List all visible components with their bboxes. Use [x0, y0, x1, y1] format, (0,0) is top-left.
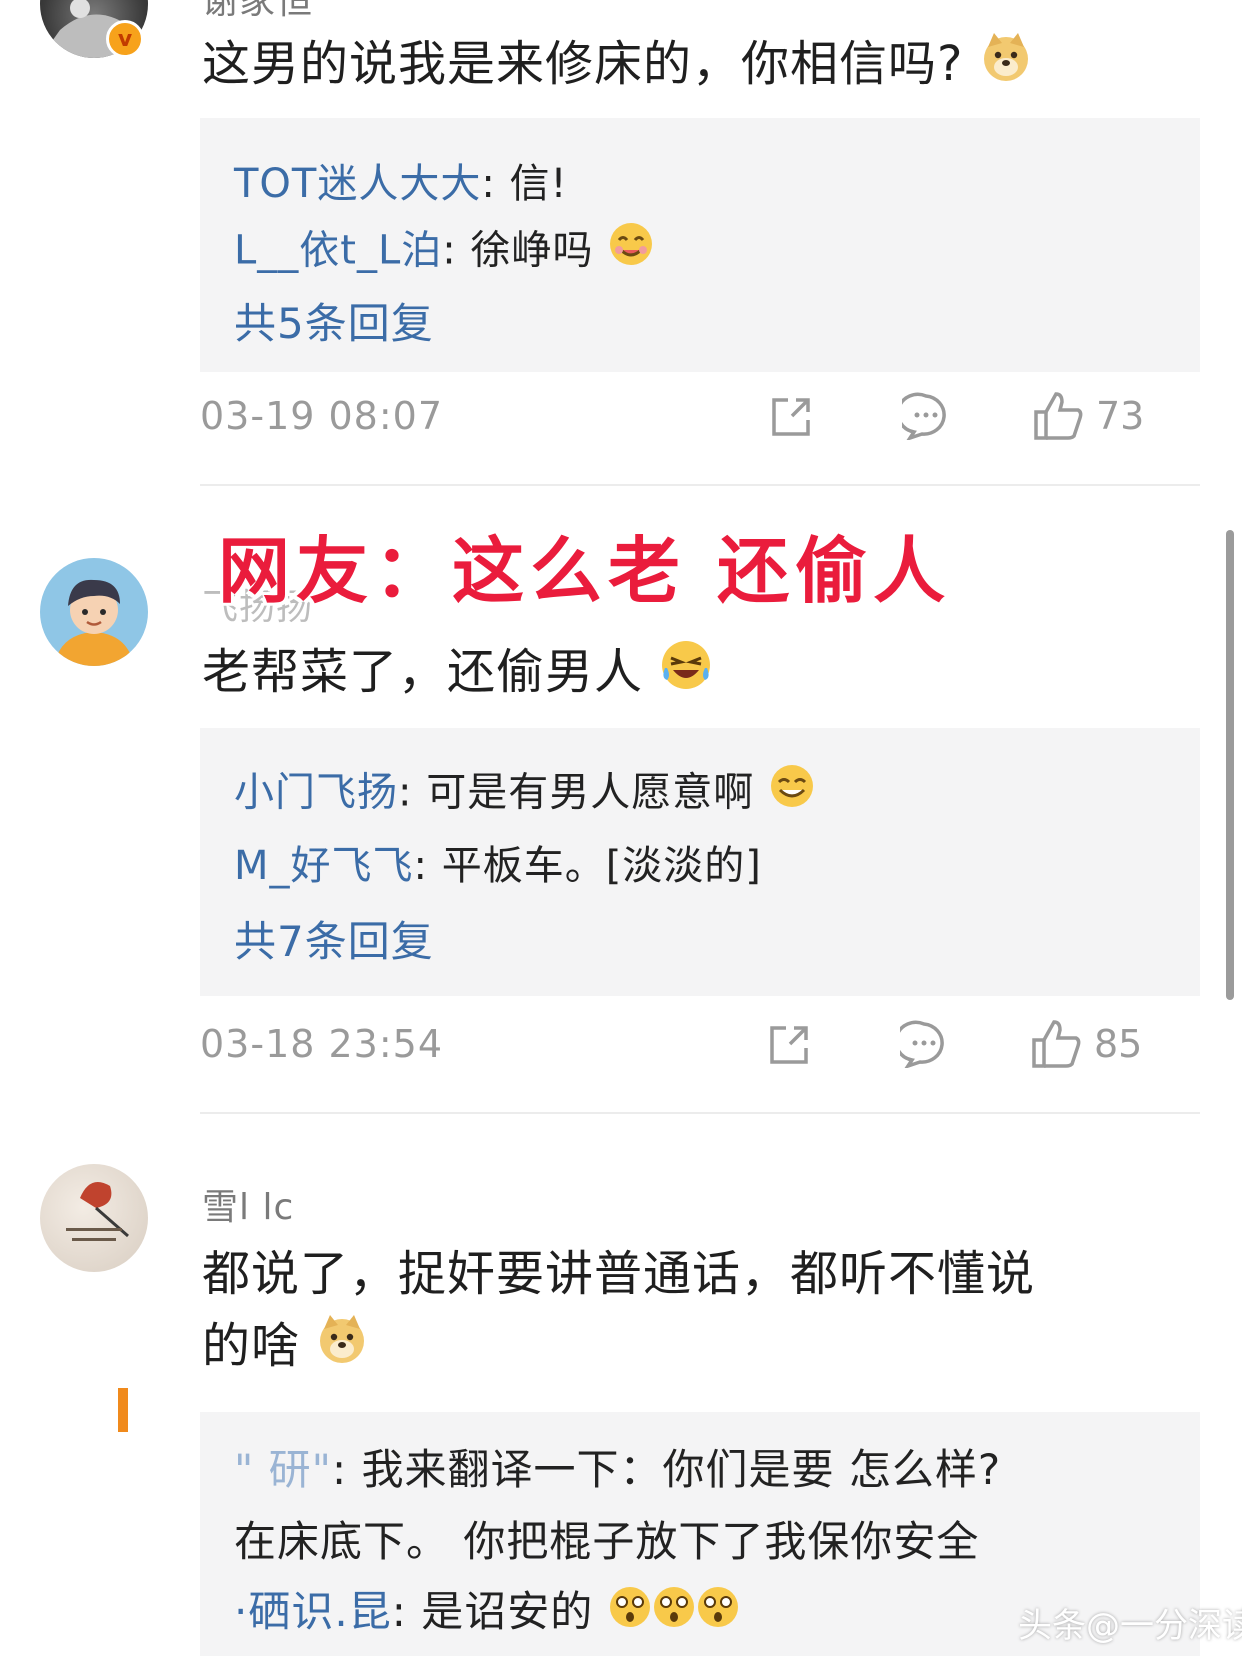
reply-username[interactable]: TOT迷人大大: [234, 161, 481, 207]
comment-bubble-icon: [900, 1020, 944, 1068]
comment-bubble-icon: [902, 392, 946, 440]
reply-line: " 研": 我来翻译一下：你们是要 怎么样?: [234, 1445, 1002, 1494]
reply-line: ·硒识.昆: 是诏安的: [234, 1582, 740, 1646]
doge-emoji-icon: [980, 31, 1032, 103]
reply-preview-box[interactable]: 小门飞扬: 可是有男人愿意啊 M_好飞飞: 平板车。[淡淡的] 共7条回复: [200, 728, 1200, 996]
reply-preview-box[interactable]: TOT迷人大大: 信! L__依t_L泊: 徐峥吗 共5条回复: [200, 118, 1200, 372]
reply-username[interactable]: " 研": [234, 1445, 332, 1494]
timestamp: 03-18 23:54: [200, 1022, 444, 1066]
doge-emoji-icon: [316, 1313, 368, 1385]
reply-line: TOT迷人大大: 信!: [234, 161, 568, 207]
comment-text: 都说了，捉奸要讲普通话，都听不懂说 的啥: [202, 1238, 1162, 1385]
comment-meta-row: 03-19 08:07 73: [200, 388, 1200, 448]
like-count: 85: [1094, 1022, 1143, 1066]
username[interactable]: 雪l lc: [202, 1178, 294, 1230]
cartoon-boy-avatar-icon: [54, 579, 134, 666]
reply-line: M_好飞飞: 平板车。[淡淡的]: [234, 843, 762, 889]
share-icon: [770, 1026, 808, 1064]
comment-text: 老帮菜了，还偷男人: [202, 636, 1162, 712]
comment-button[interactable]: [900, 1016, 948, 1072]
like-count: 73: [1096, 394, 1145, 438]
thumbs-up-icon: [1034, 392, 1083, 440]
like-button[interactable]: 85: [1030, 1016, 1142, 1072]
comment-button[interactable]: [902, 388, 950, 444]
reply-username[interactable]: M_好飞飞: [234, 843, 414, 889]
divider: [200, 484, 1200, 486]
overlay-caption: 网友：这么老 还偷人: [218, 529, 952, 613]
shocked-emoji-icon: [608, 1584, 740, 1646]
like-button[interactable]: 73: [1032, 388, 1144, 444]
grin-emoji-icon: [768, 762, 816, 827]
comment-meta-row: 03-18 23:54 85: [200, 1016, 1200, 1076]
share-button[interactable]: [768, 388, 816, 444]
thumbs-up-icon: [1032, 1020, 1081, 1068]
username[interactable]: 谢家恒: [202, 0, 313, 24]
reply-username[interactable]: 小门飞扬: [234, 770, 398, 816]
comment-text: 这男的说我是来修床的，你相信吗?: [202, 28, 1162, 103]
yum-emoji-icon: [607, 220, 655, 285]
highlight-marker: [118, 1388, 128, 1432]
avatar[interactable]: [40, 1164, 148, 1272]
share-button[interactable]: [766, 1016, 814, 1072]
watermark: 头条@一分深读: [1018, 1606, 1242, 1646]
divider: [200, 1112, 1200, 1114]
verified-badge-icon: v: [106, 20, 144, 58]
scrollbar[interactable]: [1226, 530, 1234, 1000]
reply-username[interactable]: ·硒识.昆: [234, 1587, 392, 1636]
share-icon: [772, 398, 810, 436]
timestamp: 03-19 08:07: [200, 394, 444, 438]
rose-avatar-icon: [66, 1182, 129, 1241]
reply-line: 小门飞扬: 可是有男人愿意啊: [234, 762, 816, 827]
view-all-replies-link[interactable]: 共5条回复: [234, 290, 434, 351]
view-all-replies-link[interactable]: 共7条回复: [234, 908, 434, 969]
reply-line: L__依t_L泊: 徐峥吗: [234, 220, 655, 285]
laughing-tears-emoji-icon: [659, 638, 713, 712]
avatar[interactable]: [40, 558, 148, 666]
reply-line: 在床底下。 你把棍子放下了我保你安全: [234, 1517, 980, 1566]
reply-username[interactable]: L__依t_L泊: [234, 228, 442, 274]
